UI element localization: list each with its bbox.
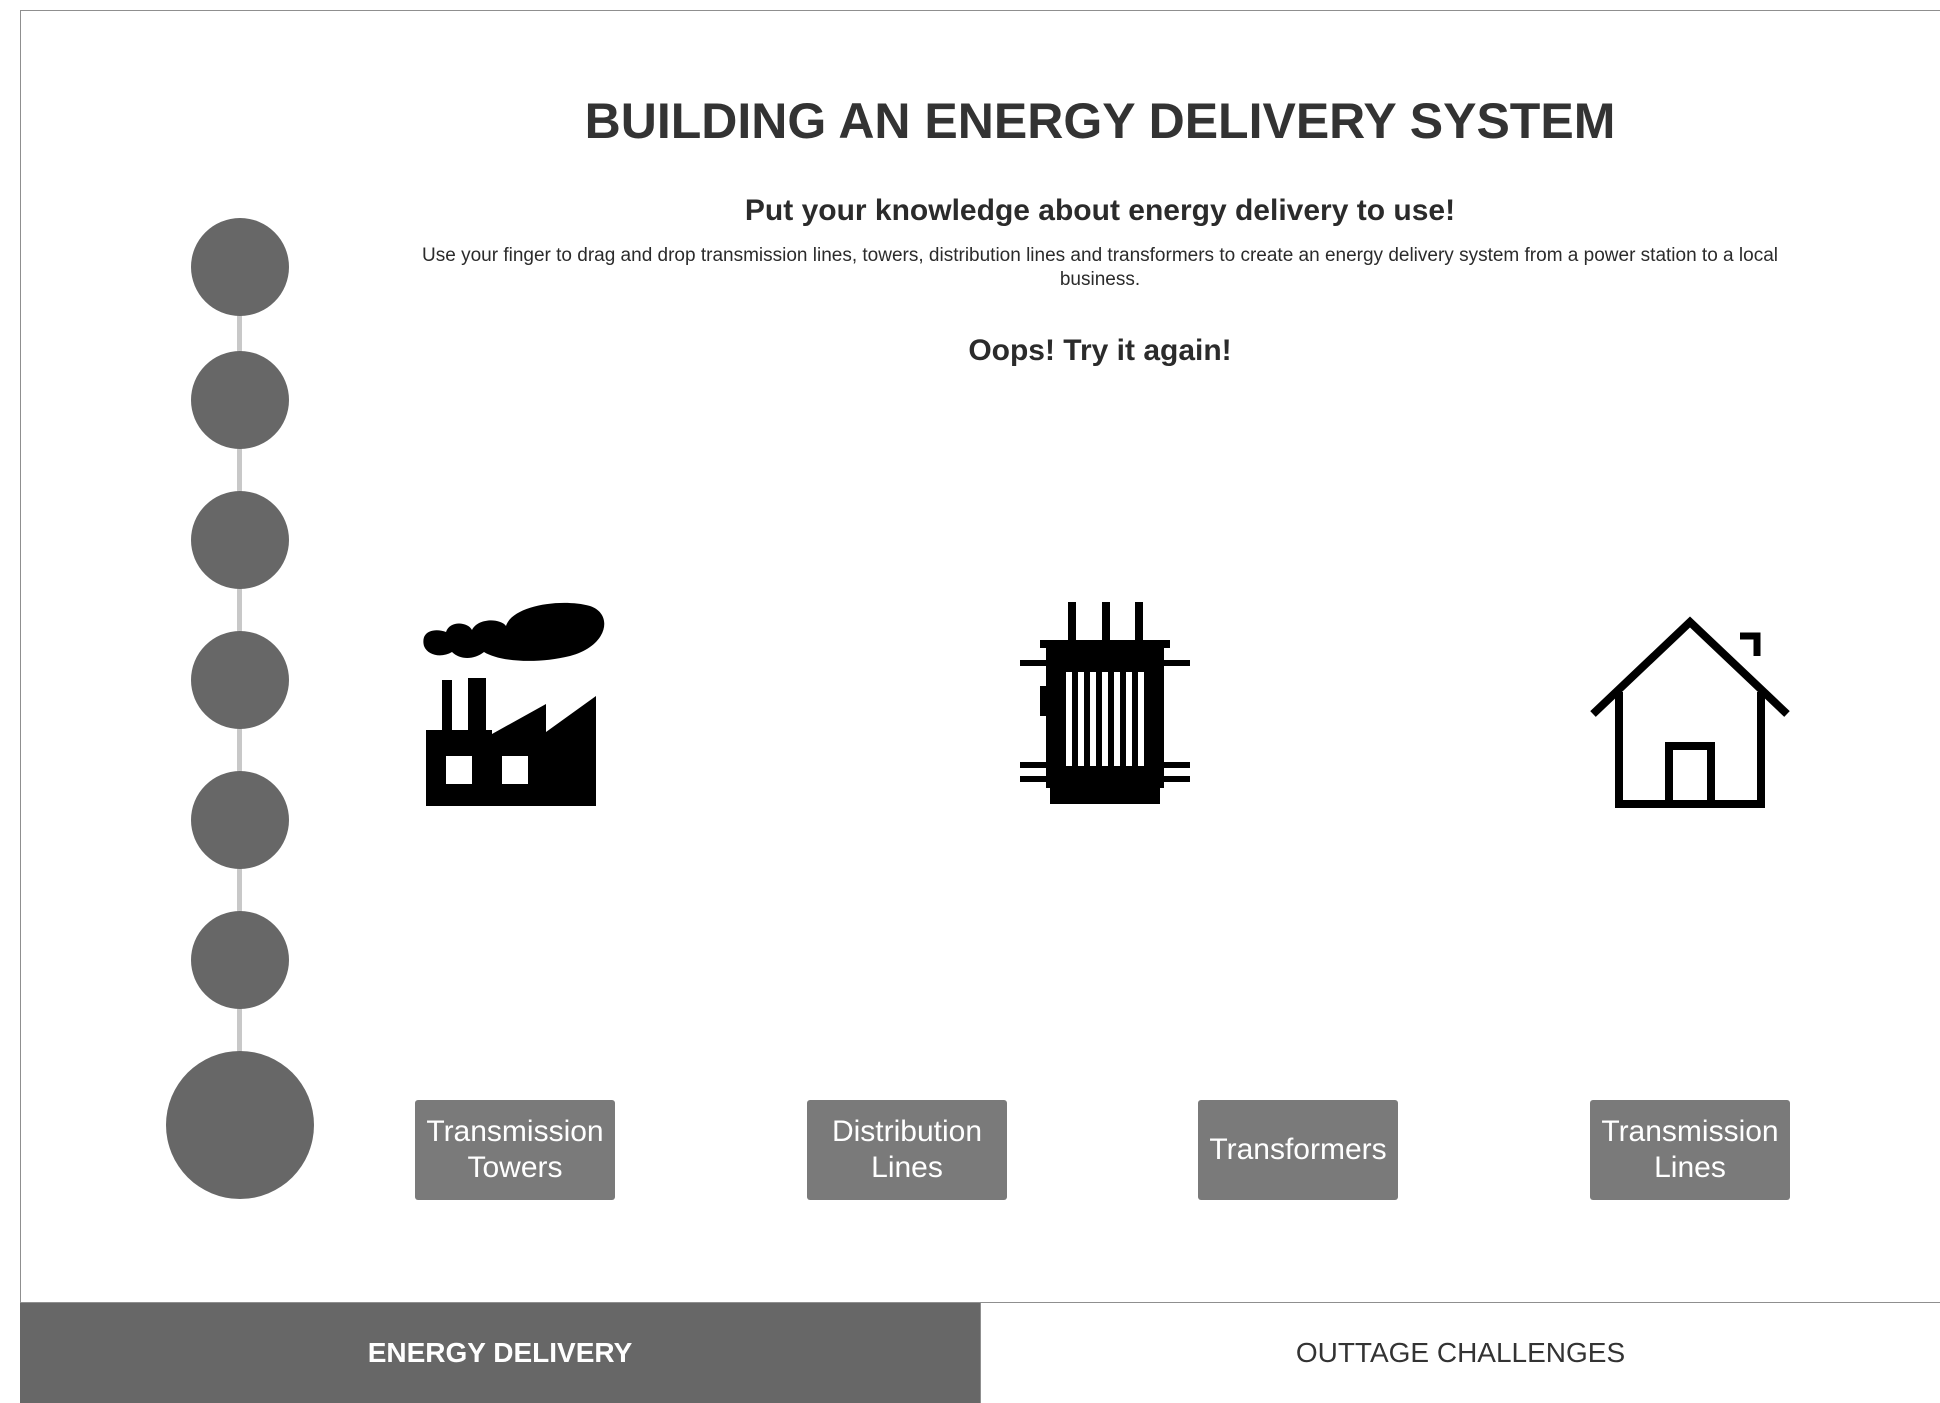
bottom-tab-bar: ENERGY DELIVERY OUTTAGE CHALLENGES: [20, 1302, 1940, 1403]
tab-outtage-challenges[interactable]: OUTTAGE CHALLENGES: [980, 1303, 1940, 1403]
choice-transmission-lines[interactable]: Transmission Lines: [1590, 1100, 1790, 1200]
step-4[interactable]: [191, 631, 289, 729]
factory-icon: [423, 602, 605, 806]
step-5[interactable]: [191, 771, 289, 869]
step-2[interactable]: [191, 351, 289, 449]
instructions-text: Use your finger to drag and drop transmi…: [422, 245, 1778, 290]
choice-transformers[interactable]: Transformers: [1198, 1100, 1398, 1200]
tab-energy-delivery[interactable]: ENERGY DELIVERY: [20, 1303, 980, 1403]
choice-label-line2: Lines: [871, 1151, 943, 1184]
choice-transmission-towers[interactable]: Transmission Towers: [415, 1100, 615, 1200]
step-1[interactable]: [191, 218, 289, 316]
choice-label-line1: Transmission: [1601, 1115, 1779, 1148]
choice-distribution-lines[interactable]: Distribution Lines: [807, 1100, 1007, 1200]
choice-label-line1: Distribution: [831, 1115, 983, 1148]
page-title: BUILDING AN ENERGY DELIVERY SYSTEM: [584, 93, 1616, 149]
choice-label-line2: Towers: [467, 1151, 563, 1184]
step-3[interactable]: [191, 491, 289, 589]
choice-label-line1: Transformers: [1209, 1133, 1387, 1166]
choice-label-line2: Lines: [1654, 1151, 1726, 1184]
house-icon: [1590, 616, 1790, 808]
step-6[interactable]: [191, 911, 289, 1009]
page-subtitle: Put your knowledge about energy delivery…: [744, 194, 1456, 227]
step-7-current[interactable]: [166, 1051, 314, 1199]
transformer-icon: [1020, 602, 1190, 804]
feedback-message: Oops! Try it again!: [968, 334, 1232, 367]
choice-label-line1: Transmission: [426, 1115, 604, 1148]
